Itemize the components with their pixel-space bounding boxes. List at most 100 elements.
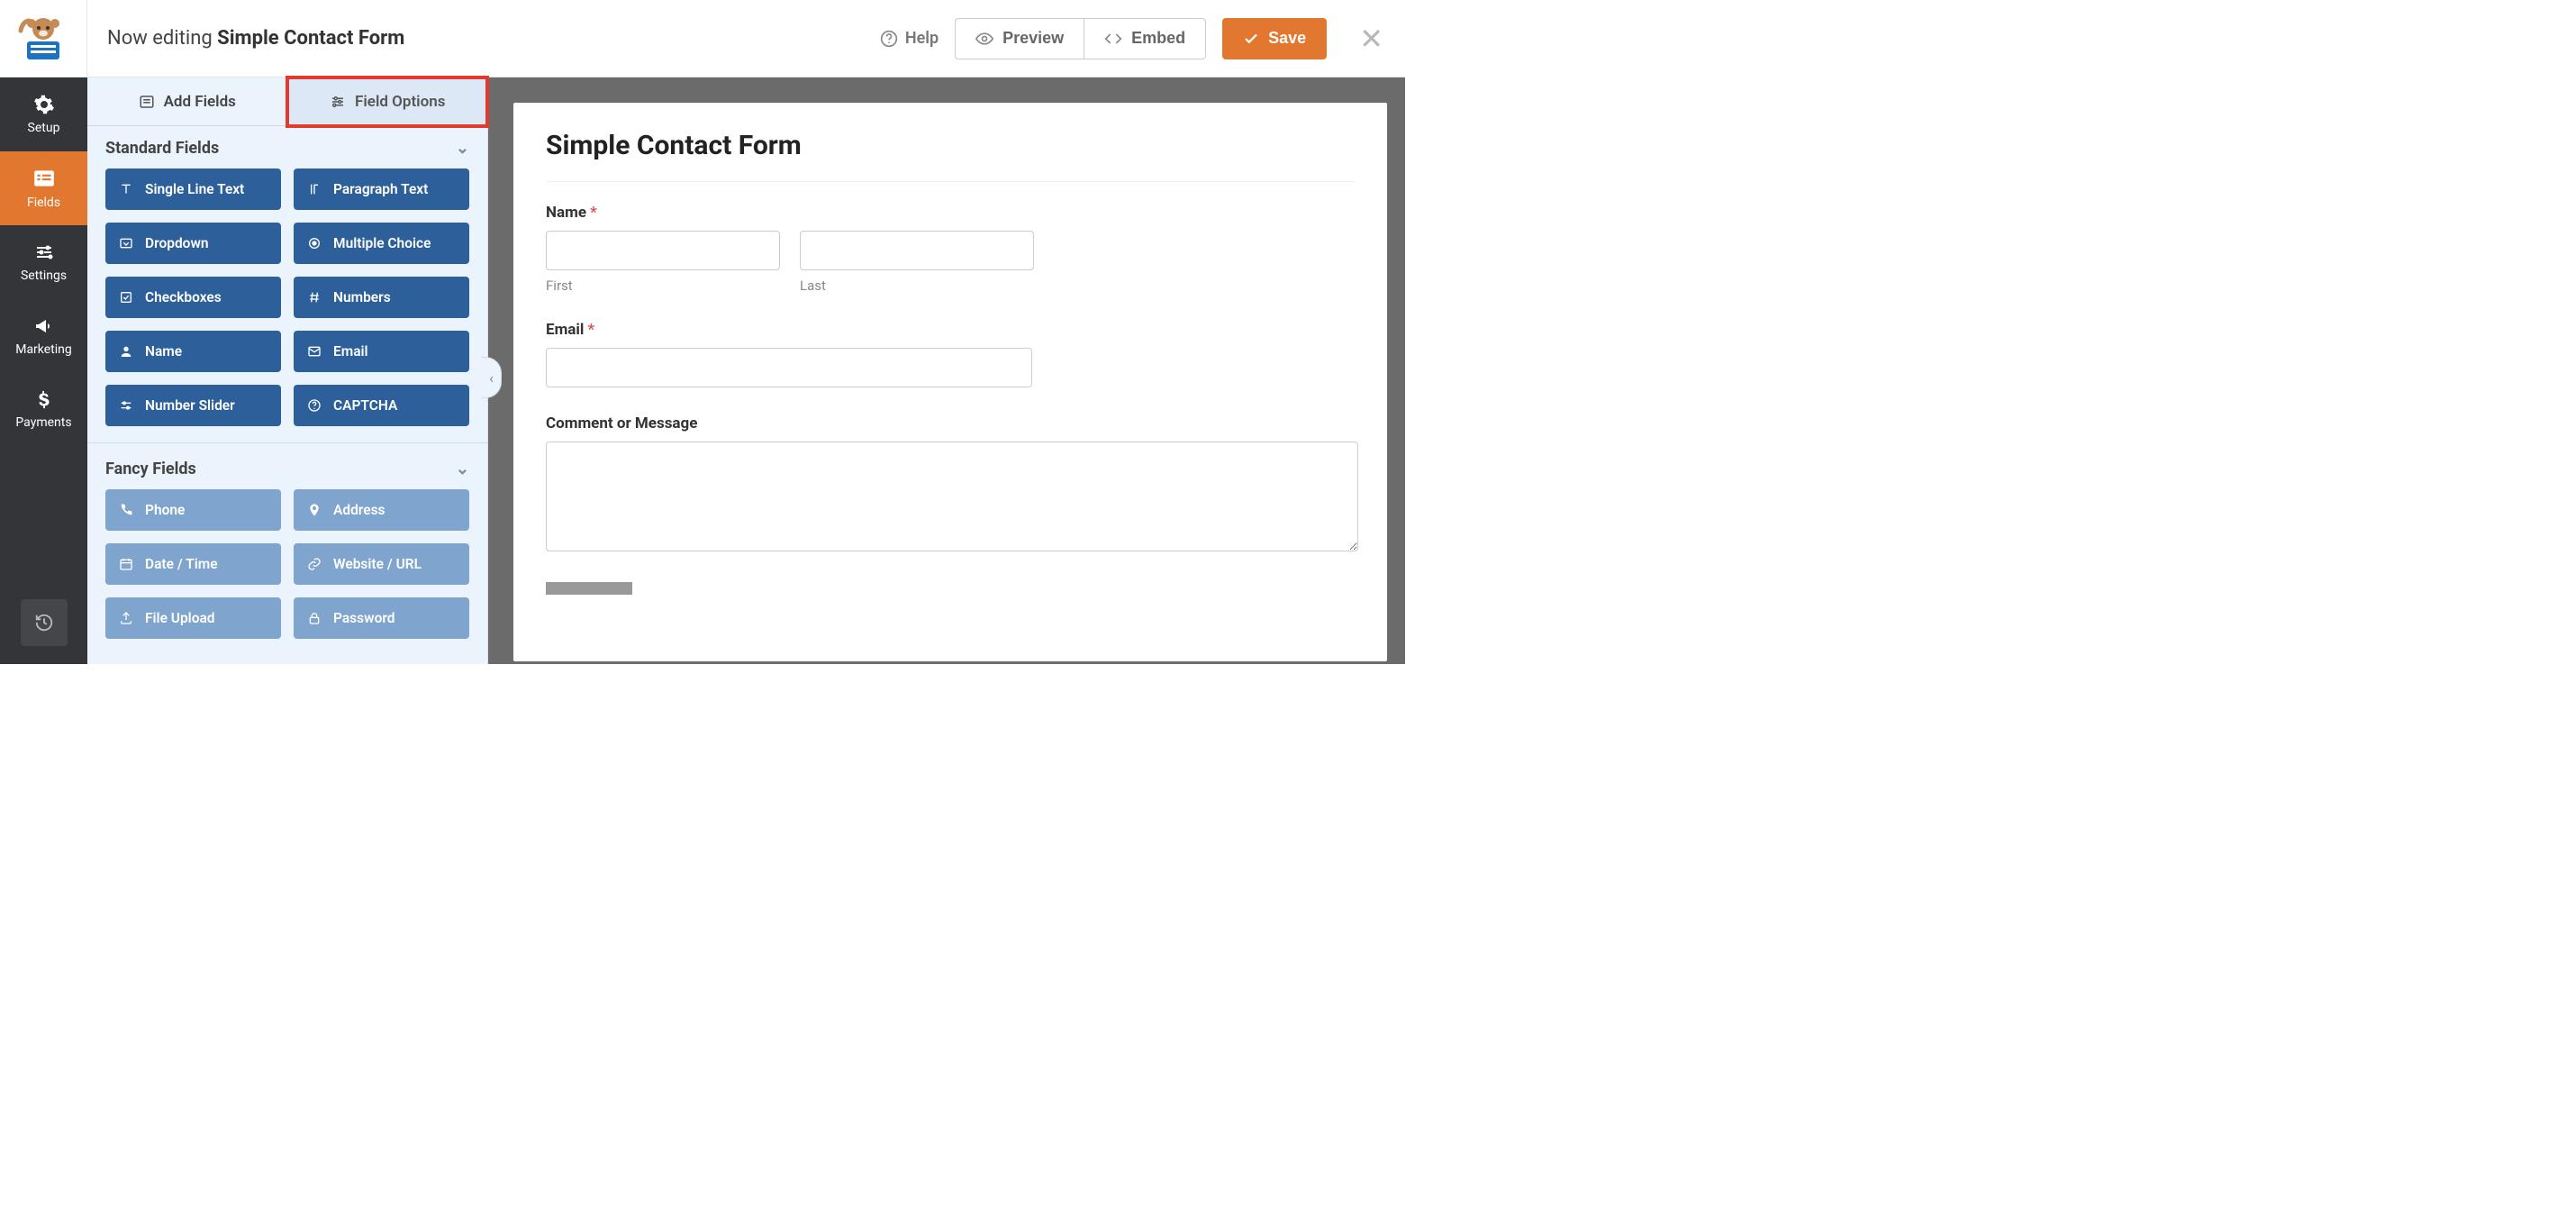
history-button[interactable] xyxy=(21,599,68,646)
main: Setup Fields Settings Marketing Payments… xyxy=(0,77,1405,664)
field-type-label: Checkboxes xyxy=(145,289,222,305)
comment-textarea[interactable] xyxy=(546,442,1358,551)
canvas-wrap: Simple Contact Form Name* First Last Ema… xyxy=(488,77,1405,664)
user-icon xyxy=(118,344,134,359)
fields-panel: Add Fields Field Options Standard Fields… xyxy=(87,77,488,664)
rail-marketing[interactable]: Marketing xyxy=(0,299,87,373)
field-type-paragraph-text[interactable]: Paragraph Text xyxy=(294,168,469,210)
link-icon xyxy=(306,557,322,571)
first-name-input[interactable] xyxy=(546,231,780,270)
bullhorn-icon xyxy=(33,315,55,337)
rail-fields[interactable]: Fields xyxy=(0,151,87,225)
field-type-label: Email xyxy=(333,343,368,360)
form-name: Simple Contact Form xyxy=(217,27,404,50)
check-icon xyxy=(1243,31,1259,47)
phone-icon xyxy=(118,503,134,517)
tab-field-options[interactable]: Field Options xyxy=(287,77,488,126)
field-type-label: Name xyxy=(145,343,182,360)
help-link[interactable]: Help xyxy=(880,29,939,48)
name-label: Name* xyxy=(546,204,597,222)
mail-icon xyxy=(306,344,322,359)
panel-tabs: Add Fields Field Options xyxy=(87,77,487,126)
paragraph-icon xyxy=(306,182,322,196)
section-standard-fields[interactable]: Standard Fields ⌄ xyxy=(87,126,487,168)
field-type-number-slider[interactable]: Number Slider xyxy=(105,385,281,426)
history-icon xyxy=(34,613,54,633)
field-type-label: Date / Time xyxy=(145,556,218,572)
editing-prefix: Now editing xyxy=(107,27,217,50)
sliders-icon xyxy=(118,398,134,413)
field-type-label: Single Line Text xyxy=(145,181,244,197)
email-input[interactable] xyxy=(546,348,1032,387)
field-type-dropdown[interactable]: Dropdown xyxy=(105,223,281,264)
pin-icon xyxy=(306,503,322,517)
field-type-name[interactable]: Name xyxy=(105,331,281,372)
lock-icon xyxy=(306,611,322,625)
editing-label: Now editing Simple Contact Form xyxy=(107,27,404,50)
field-type-label: File Upload xyxy=(145,610,215,626)
field-email[interactable]: Email* xyxy=(546,321,1355,387)
rail-payments[interactable]: Payments xyxy=(0,373,87,447)
field-type-label: Phone xyxy=(145,502,185,518)
close-icon[interactable]: ✕ xyxy=(1359,22,1383,56)
field-type-label: Numbers xyxy=(333,289,391,305)
radio-icon xyxy=(306,236,322,250)
embed-button[interactable]: Embed xyxy=(1084,18,1206,59)
field-type-date-time[interactable]: Date / Time xyxy=(105,543,281,585)
field-type-multiple-choice[interactable]: Multiple Choice xyxy=(294,223,469,264)
last-sublabel: Last xyxy=(800,278,1034,294)
help-icon xyxy=(306,398,322,413)
sliders-icon xyxy=(33,241,55,263)
field-type-password[interactable]: Password xyxy=(294,597,469,639)
chevron-down-icon: ⌄ xyxy=(456,139,469,158)
rail-settings[interactable]: Settings xyxy=(0,225,87,299)
field-type-label: Multiple Choice xyxy=(333,235,431,251)
calendar-icon xyxy=(118,557,134,571)
code-icon xyxy=(1104,30,1122,48)
field-name[interactable]: Name* First Last xyxy=(546,204,1355,294)
list-icon xyxy=(32,167,56,190)
field-type-label: Number Slider xyxy=(145,397,235,414)
field-type-checkboxes[interactable]: Checkboxes xyxy=(105,277,281,318)
save-button[interactable]: Save xyxy=(1222,18,1327,59)
submit-button[interactable] xyxy=(546,582,632,595)
topbar-actions: Help Preview Embed Save ✕ xyxy=(880,18,1383,59)
field-type-single-line-text[interactable]: Single Line Text xyxy=(105,168,281,210)
section-fancy-fields[interactable]: Fancy Fields ⌄ xyxy=(87,447,487,489)
field-type-phone[interactable]: Phone xyxy=(105,489,281,531)
dollar-icon xyxy=(34,390,54,410)
form-canvas[interactable]: Simple Contact Form Name* First Last Ema… xyxy=(513,103,1387,661)
last-name-input[interactable] xyxy=(800,231,1034,270)
field-type-website-url[interactable]: Website / URL xyxy=(294,543,469,585)
field-type-file-upload[interactable]: File Upload xyxy=(105,597,281,639)
email-label: Email* xyxy=(546,321,594,339)
field-type-numbers[interactable]: Numbers xyxy=(294,277,469,318)
standard-field-grid: Single Line Text Paragraph Text Dropdown Mu… xyxy=(87,168,487,443)
hash-icon xyxy=(306,290,322,305)
check-icon xyxy=(118,290,134,305)
field-type-label: Website / URL xyxy=(333,556,422,572)
field-comment[interactable]: Comment or Message xyxy=(546,414,1355,555)
field-type-label: CAPTCHA xyxy=(333,397,397,414)
field-type-label: Paragraph Text xyxy=(333,181,428,197)
divider xyxy=(546,181,1355,182)
field-type-label: Password xyxy=(333,610,395,626)
side-rail: Setup Fields Settings Marketing Payments xyxy=(0,77,87,664)
field-type-label: Dropdown xyxy=(145,235,209,251)
field-type-address[interactable]: Address xyxy=(294,489,469,531)
upload-icon xyxy=(118,611,134,625)
gear-icon xyxy=(33,94,55,115)
preview-button[interactable]: Preview xyxy=(955,18,1084,59)
topbar: Now editing Simple Contact Form Help Pre… xyxy=(0,0,1405,77)
tab-add-fields[interactable]: Add Fields xyxy=(87,77,287,126)
field-type-email[interactable]: Email xyxy=(294,331,469,372)
help-icon xyxy=(880,30,898,48)
fancy-field-grid: Phone Address Date / Time Website / URL File… xyxy=(87,489,487,655)
form-icon xyxy=(139,94,155,110)
app-logo xyxy=(0,0,87,77)
form-title: Simple Contact Form xyxy=(546,130,1355,161)
sliders-icon xyxy=(330,94,346,110)
field-type-captcha[interactable]: CAPTCHA xyxy=(294,385,469,426)
first-sublabel: First xyxy=(546,278,780,294)
rail-setup[interactable]: Setup xyxy=(0,77,87,151)
